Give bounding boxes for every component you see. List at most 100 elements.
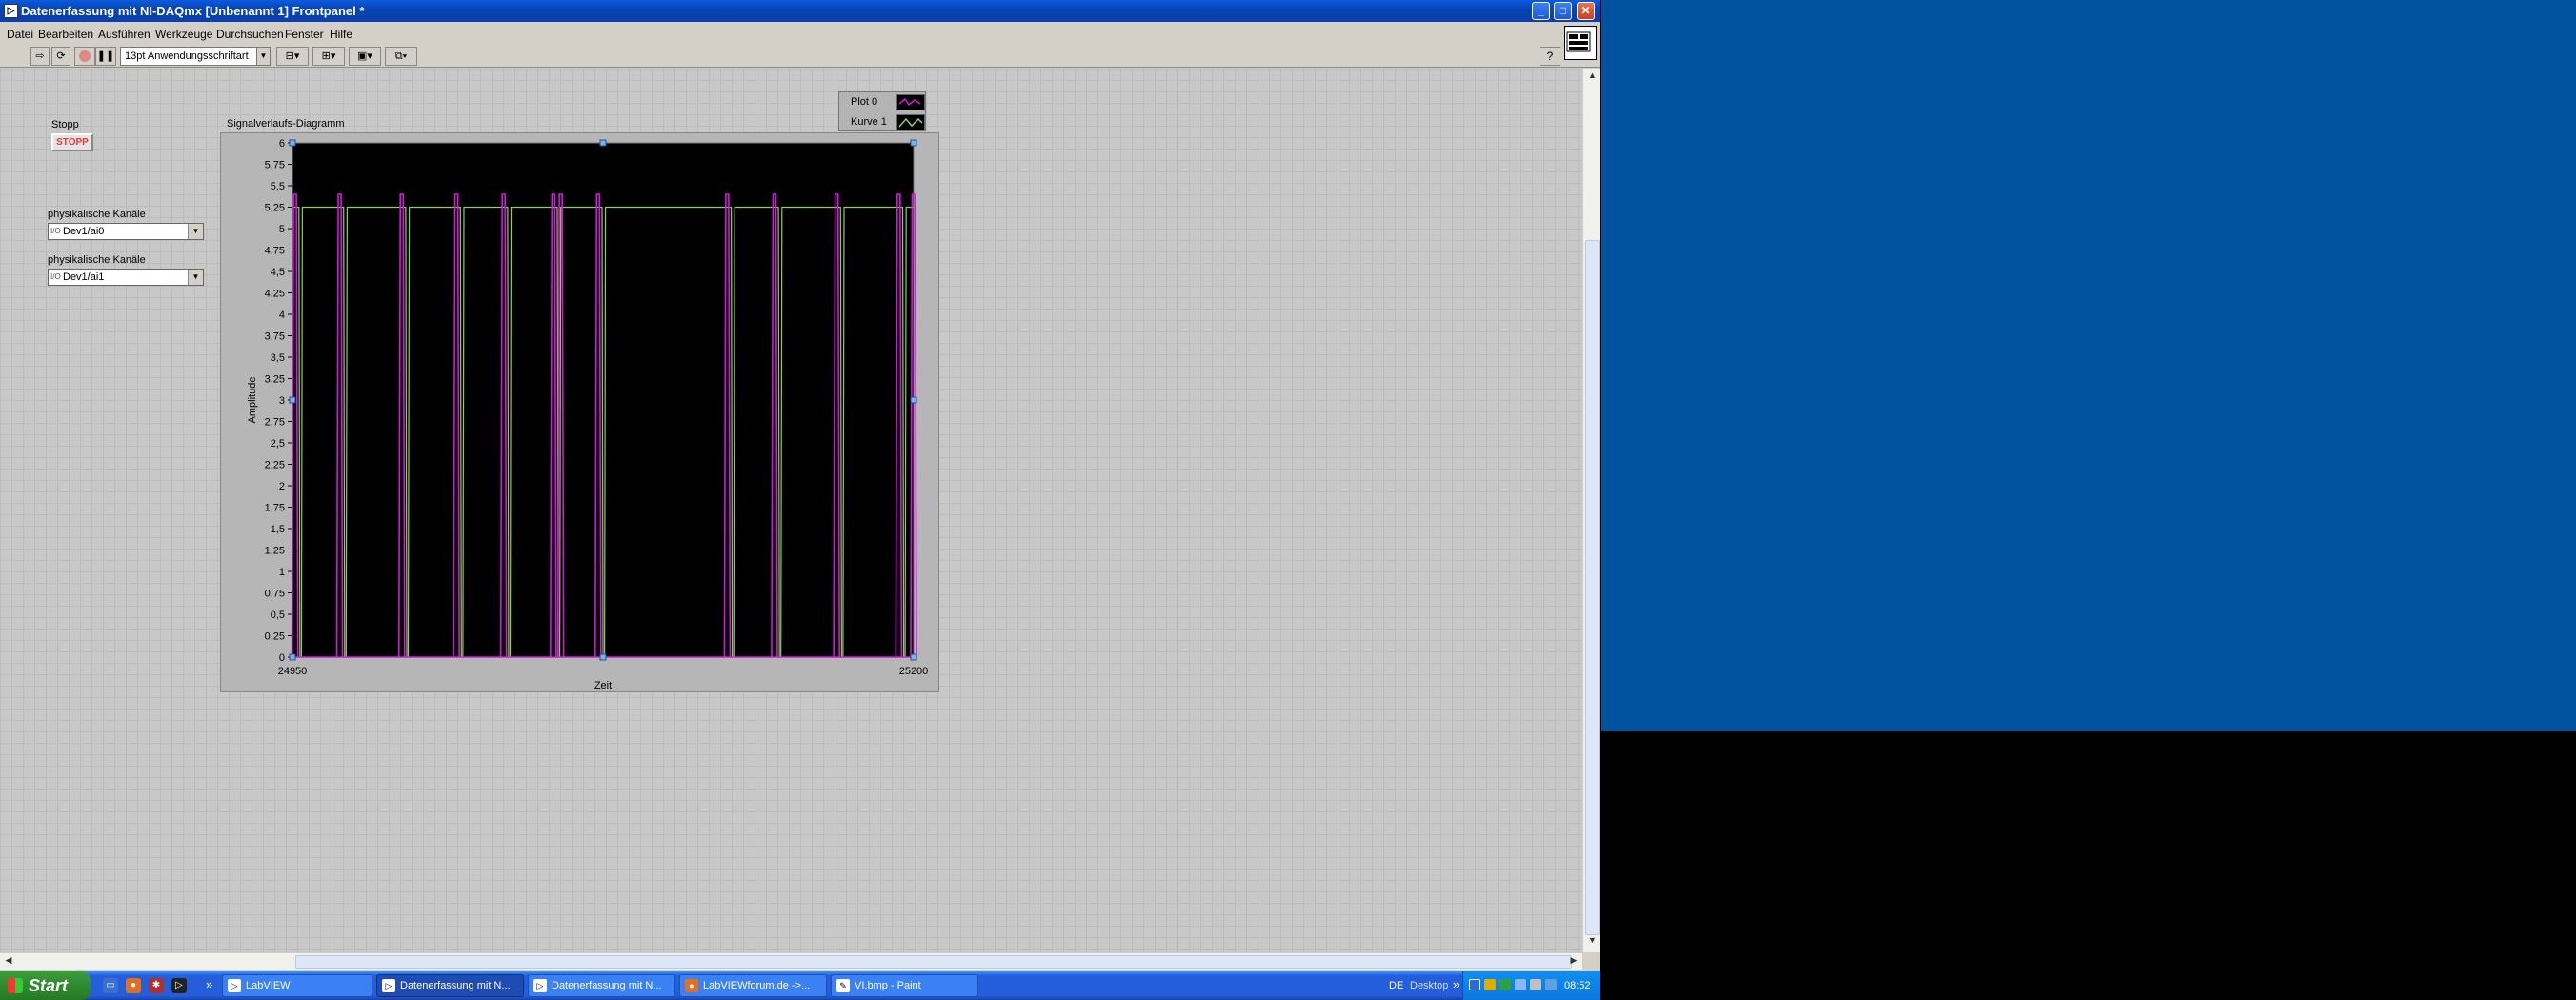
language-indicator[interactable]: DE (1389, 980, 1403, 991)
abort-icon[interactable] (74, 47, 95, 66)
resize-handle[interactable] (910, 653, 917, 661)
tray-overflow-icon[interactable]: » (1453, 977, 1459, 991)
menu-ausfuehren[interactable]: Ausführen (98, 28, 151, 41)
paint-icon: ✎ (836, 979, 850, 992)
maximize-button[interactable]: □ (1554, 2, 1572, 20)
tray-display-icon[interactable] (1515, 979, 1526, 990)
y-tick-label: 2,25 (265, 460, 285, 471)
legend-item-plot0[interactable]: Plot 0 (839, 92, 927, 111)
resize-handle[interactable] (289, 653, 296, 661)
channel2-select[interactable]: I/O Dev1/ai1 ▼ (48, 269, 204, 286)
menu-fenster[interactable]: Fenster (285, 28, 324, 41)
front-panel-canvas[interactable]: Stopp STOPP physikalische Kanäle I/O Dev… (0, 69, 1582, 952)
task-label: Datenerfassung mit N... (552, 980, 662, 991)
resize-handle[interactable] (910, 139, 917, 147)
y-tick-label: 3 (279, 395, 285, 407)
tray-device-icon[interactable] (1545, 979, 1557, 990)
scroll-right-icon[interactable]: ▶ (1567, 955, 1580, 969)
menu-werkzeuge[interactable]: Werkzeuge (155, 28, 212, 41)
task-datenerfassung-1[interactable]: ▷ Datenerfassung mit N... (376, 974, 524, 997)
task-label: LabVIEW (246, 980, 291, 991)
y-tick-label: 0,25 (265, 631, 285, 643)
resize-handle[interactable] (599, 653, 607, 661)
quicklaunch-firefox-icon[interactable]: ● (126, 978, 141, 993)
menu-bar: Datei Bearbeiten Ausführen Werkzeuge Dur… (0, 24, 1600, 45)
x-tick-label: 25200 (899, 666, 929, 677)
pause-icon[interactable]: ❚❚ (95, 47, 116, 66)
labview-app-icon[interactable]: ▷ (4, 4, 18, 18)
reorder-icon[interactable]: ⧉▾ (385, 47, 417, 66)
quicklaunch-app-icon[interactable]: ✱ (149, 978, 164, 993)
run-continuous-icon[interactable]: ⟳ (51, 47, 70, 66)
tray-network-icon[interactable] (1469, 979, 1480, 990)
scroll-left-icon[interactable]: ◀ (2, 955, 15, 969)
resize-icon[interactable]: ▣▾ (349, 47, 381, 66)
distribute-icon[interactable]: ⊞▾ (312, 47, 345, 66)
y-tick-label: 5,5 (271, 181, 285, 192)
resize-handle[interactable] (289, 139, 296, 147)
y-tick-label: 2 (279, 481, 285, 492)
legend-label: Kurve 1 (851, 116, 887, 128)
y-tick-label: 1,5 (271, 524, 285, 535)
task-labview[interactable]: ▷ LabVIEW (222, 974, 372, 997)
vertical-scroll-thumb[interactable] (1585, 240, 1600, 935)
y-tick-label: 5 (279, 224, 285, 235)
plot-legend[interactable]: Plot 0 Kurve 1 (838, 91, 926, 131)
menu-datei[interactable]: Datei (7, 28, 33, 41)
start-button[interactable]: Start (0, 971, 91, 1000)
horizontal-scroll-thumb[interactable] (295, 955, 1572, 969)
quicklaunch-labview-icon[interactable]: ▷ (171, 978, 187, 993)
toolbar: ⇨ ⟳ ❚❚ 13pt Anwendungsschriftart ▼ ⊟▾ ⊞▾… (0, 45, 1600, 68)
scroll-down-icon[interactable]: ▼ (1585, 935, 1600, 950)
channel2-label: physikalische Kanäle (48, 254, 146, 266)
task-datenerfassung-2[interactable]: ▷ Datenerfassung mit N... (528, 974, 675, 997)
task-firefox[interactable]: ● LabVIEWforum.de ->... (679, 974, 827, 997)
tray-security-icon[interactable] (1499, 979, 1511, 990)
close-button[interactable]: ✕ (1577, 2, 1595, 20)
waveform-chart-svg: 0 0,25 0,5 0,75 1 1,25 1,5 1,75 2 2,25 2,5 2,75 3 3,2… (247, 138, 929, 691)
help-button[interactable]: ? (1540, 47, 1560, 66)
font-selector[interactable]: 13pt Anwendungsschriftart ▼ (120, 47, 271, 66)
y-tick-label: 2,5 (271, 438, 285, 450)
task-label: VI.bmp - Paint (855, 980, 921, 991)
chevron-down-icon[interactable]: ▼ (188, 270, 203, 285)
horizontal-scrollbar[interactable]: ◀ ▶ (0, 952, 1582, 970)
y-tick-label: 3,5 (271, 352, 285, 364)
vertical-scrollbar[interactable]: ▲ ▼ (1582, 69, 1600, 952)
y-tick-label: 5,75 (265, 160, 285, 171)
channel1-label: physikalische Kanäle (48, 209, 146, 220)
resize-handle[interactable] (599, 139, 607, 147)
waveform-chart[interactable]: 0 0,25 0,5 0,75 1 1,25 1,5 1,75 2 2,25 2,5 2,75 3 3,2… (220, 132, 939, 692)
tray-clock: 08:52 (1564, 980, 1591, 991)
tray-volume-icon[interactable] (1530, 979, 1541, 990)
chevron-down-icon[interactable]: ▼ (188, 224, 203, 239)
menu-durchsuchen[interactable]: Durchsuchen (216, 28, 284, 41)
title-bar[interactable]: ▷ Datenerfassung mit NI-DAQmx [Unbenannt… (0, 0, 1600, 22)
labview-icon: ▷ (228, 979, 241, 992)
run-arrow-icon[interactable]: ⇨ (30, 47, 50, 66)
scroll-up-icon[interactable]: ▲ (1585, 70, 1600, 85)
quicklaunch-desktop-icon[interactable]: ▭ (103, 978, 118, 993)
task-paint[interactable]: ✎ VI.bmp - Paint (831, 974, 978, 997)
help-icon: ? (1546, 50, 1554, 63)
font-selector-value: 13pt Anwendungsschriftart (125, 50, 249, 62)
channel1-select[interactable]: I/O Dev1/ai0 ▼ (48, 223, 204, 240)
align-icon[interactable]: ⊟▾ (276, 47, 309, 66)
tray-shield-icon[interactable] (1484, 979, 1496, 990)
channel2-value: Dev1/ai1 (63, 271, 105, 283)
stop-button[interactable]: STOPP (51, 133, 93, 151)
legend-item-kurve1[interactable]: Kurve 1 (839, 112, 927, 131)
stop-label: Stopp (51, 119, 79, 130)
y-tick-label: 2,75 (265, 417, 285, 429)
menu-hilfe[interactable]: Hilfe (330, 28, 352, 41)
desktop-toolbar-label[interactable]: Desktop (1410, 980, 1448, 991)
legend-label: Plot 0 (851, 96, 878, 108)
quicklaunch-overflow-icon[interactable]: » (206, 977, 212, 991)
y-tick-label: 3,25 (265, 374, 285, 386)
connector-pane-icon[interactable] (1564, 26, 1597, 60)
resize-handle[interactable] (289, 396, 296, 404)
menu-bearbeiten[interactable]: Bearbeiten (38, 28, 93, 41)
resize-handle[interactable] (910, 396, 917, 404)
minimize-button[interactable]: _ (1532, 2, 1550, 20)
taskbar: Start ▭ ● ✱ ▷ » ▷ LabVIEW ▷ Datenerfassu… (0, 971, 1600, 1000)
